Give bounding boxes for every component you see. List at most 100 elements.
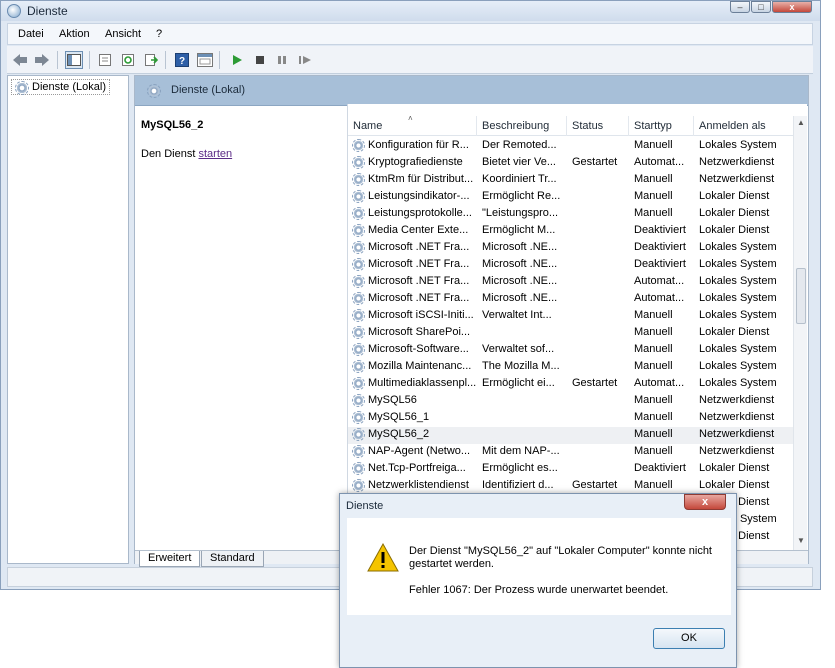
scroll-down-icon[interactable]: ▼ <box>797 536 805 545</box>
toolbar-separator <box>219 51 220 69</box>
table-row[interactable]: Multimediaklassenpl... Ermöglicht ei... Ge… <box>348 376 794 393</box>
cell-name: Kryptografiedienste <box>368 156 463 168</box>
menu-aktion[interactable]: Aktion <box>59 28 90 40</box>
cell-logon: Lokales System <box>699 292 777 304</box>
table-row[interactable]: KtmRm für Distribut... Koordiniert Tr... M… <box>348 172 794 189</box>
table-row[interactable]: MySQL56_2 Manuell Netzwerkdienst <box>348 427 794 444</box>
cell-desc: Ermöglicht M... <box>482 224 556 236</box>
table-row[interactable]: NAP-Agent (Netwo... Mit dem NAP-... Manuel… <box>348 444 794 461</box>
error-dialog: Dienste x Der Dienst "MySQL56_2" auf "Lo… <box>339 493 737 668</box>
table-row[interactable]: Leistungsprotokolle... "Leistungspro... Ma… <box>348 206 794 223</box>
maximize-button[interactable]: □ <box>751 1 771 13</box>
console-tree: Dienste (Lokal) <box>7 75 129 564</box>
cell-name: Leistungsindikator-... <box>368 190 470 202</box>
cell-logon: Lokales System <box>699 139 777 151</box>
properties-icon[interactable] <box>96 51 114 69</box>
close-button[interactable]: x <box>772 1 812 13</box>
ok-button[interactable]: OK <box>653 628 725 649</box>
back-arrow-icon[interactable] <box>11 51 29 69</box>
tree-item-services-local[interactable]: Dienste (Lokal) <box>11 79 110 95</box>
cell-logon: Lokales System <box>699 377 777 389</box>
table-row[interactable]: Kryptografiedienste Bietet vier Ve... Gest… <box>348 155 794 172</box>
table-row[interactable]: Media Center Exte... Ermöglicht M... Deakt… <box>348 223 794 240</box>
tab-erweitert[interactable]: Erweitert <box>139 551 201 567</box>
title-bar[interactable]: Dienste – □ x <box>1 1 820 21</box>
start-service-link[interactable]: starten <box>198 148 232 160</box>
view-icon[interactable] <box>196 51 214 69</box>
table-row[interactable]: Microsoft SharePoi... Manuell Lokaler Dien… <box>348 325 794 342</box>
cell-name: Microsoft iSCSI-Initi... <box>368 309 474 321</box>
menu-ansicht[interactable]: Ansicht <box>105 28 141 40</box>
play-icon[interactable] <box>228 51 246 69</box>
gear-icon <box>352 275 365 288</box>
toolbar: ? <box>7 46 813 74</box>
gear-icon <box>352 479 365 492</box>
cell-desc: Mit dem NAP-... <box>482 445 560 457</box>
restart-icon[interactable] <box>296 51 314 69</box>
cell-start: Manuell <box>634 428 673 440</box>
cell-logon: Lokaler Dienst <box>699 224 770 236</box>
cell-start: Deaktiviert <box>634 462 686 474</box>
service-action: Den Dienst starten <box>141 148 232 160</box>
table-row[interactable]: Konfiguration für R... Der Remoted... Manu… <box>348 138 794 155</box>
stop-icon[interactable] <box>251 51 269 69</box>
cell-desc: "Leistungspro... <box>482 207 559 219</box>
cell-logon: Lokales System <box>699 275 777 287</box>
dialog-close-button[interactable]: x <box>684 494 726 510</box>
cell-name: MySQL56 <box>368 394 417 406</box>
menu-datei[interactable]: Datei <box>18 28 44 40</box>
column-header-logon[interactable]: Anmelden als <box>694 116 794 136</box>
sort-arrow-icon: ˄ <box>408 114 413 123</box>
cell-status: Gestartet <box>572 156 618 168</box>
export-list-icon[interactable] <box>142 51 160 69</box>
scrollbar-thumb[interactable] <box>796 268 806 324</box>
cell-desc: Bietet vier Ve... <box>482 156 556 168</box>
cell-logon: Lokaler Dienst <box>699 479 770 491</box>
table-row[interactable]: Mozilla Maintenanc... The Mozilla M... Man… <box>348 359 794 376</box>
menu-help[interactable]: ? <box>156 28 162 40</box>
table-row[interactable]: MySQL56 Manuell Netzwerkdienst <box>348 393 794 410</box>
cell-name: Multimediaklassenpl... <box>368 377 477 389</box>
table-row[interactable]: MySQL56_1 Manuell Netzwerkdienst <box>348 410 794 427</box>
scroll-up-icon[interactable]: ▲ <box>797 118 805 127</box>
table-row[interactable]: Microsoft .NET Fra... Microsoft .NE... Aut… <box>348 274 794 291</box>
cell-start: Automat... <box>634 275 685 287</box>
column-header-starttype[interactable]: Starttyp <box>629 116 694 136</box>
cell-desc: Verwaltet Int... <box>482 309 552 321</box>
gear-icon <box>352 258 365 271</box>
table-row[interactable]: Microsoft .NET Fra... Microsoft .NE... Dea… <box>348 240 794 257</box>
cell-name: Microsoft .NET Fra... <box>368 292 470 304</box>
column-header-name[interactable]: Name ˄ <box>348 114 477 136</box>
table-row[interactable]: Microsoft iSCSI-Initi... Verwaltet Int...… <box>348 308 794 325</box>
gear-icon <box>147 84 161 98</box>
pause-icon[interactable] <box>273 51 291 69</box>
cell-desc: Identifiziert d... <box>482 479 554 491</box>
cell-logon: Lokales System <box>699 360 777 372</box>
cell-start: Manuell <box>634 309 673 321</box>
table-row[interactable]: Microsoft .NET Fra... Microsoft .NE... Dea… <box>348 257 794 274</box>
cell-name: Mozilla Maintenanc... <box>368 360 472 372</box>
gear-icon <box>352 173 365 186</box>
forward-arrow-icon[interactable] <box>33 51 51 69</box>
table-row[interactable]: Leistungsindikator-... Ermöglicht Re... Ma… <box>348 189 794 206</box>
gear-icon <box>352 241 365 254</box>
console-tree-icon[interactable] <box>65 51 83 69</box>
vertical-scrollbar[interactable]: ▲ ▼ <box>793 116 807 550</box>
minimize-button[interactable]: – <box>730 1 750 13</box>
gear-icon <box>352 224 365 237</box>
help-icon[interactable]: ? <box>173 51 191 69</box>
column-header-status[interactable]: Status <box>567 116 629 136</box>
content-header: Dienste (Lokal) <box>135 76 808 106</box>
list-header: Name ˄ Beschreibung Status Starttyp Anme… <box>348 114 794 136</box>
refresh-icon[interactable] <box>119 51 137 69</box>
table-row[interactable]: Net.Tcp-Portfreiga... Ermöglicht es... Dea… <box>348 461 794 478</box>
cell-logon: Netzwerkdienst <box>699 173 775 185</box>
cell-start: Manuell <box>634 139 673 151</box>
cell-desc: Ermöglicht es... <box>482 462 558 474</box>
table-row[interactable]: Microsoft .NET Fra... Microsoft .NE... Aut… <box>348 291 794 308</box>
column-header-description[interactable]: Beschreibung <box>477 116 567 136</box>
cell-name: NAP-Agent (Netwo... <box>368 445 471 457</box>
table-row[interactable]: Microsoft-Software... Verwaltet sof... Man… <box>348 342 794 359</box>
tab-standard[interactable]: Standard <box>201 551 264 567</box>
cell-status: Gestartet <box>572 377 618 389</box>
